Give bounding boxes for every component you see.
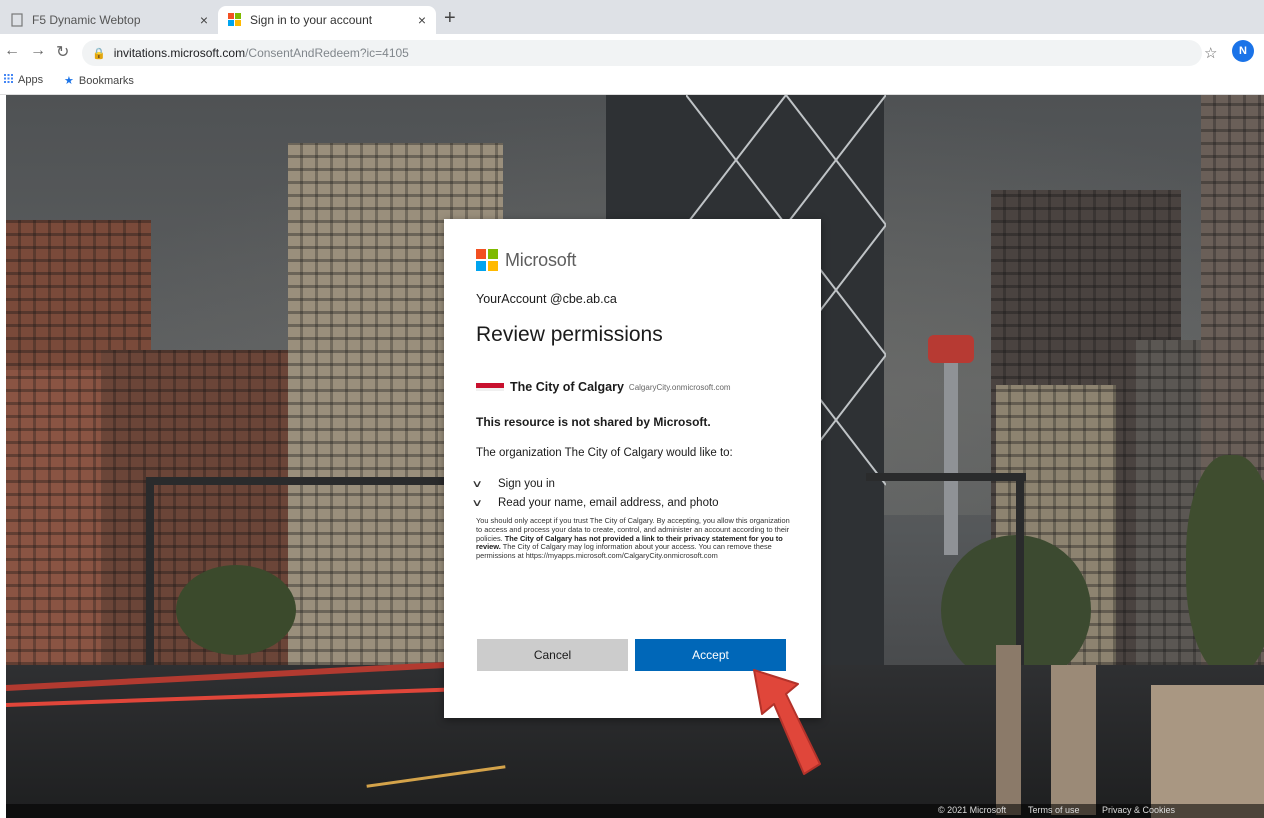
permission-item[interactable]: ∨ Sign you in xyxy=(471,478,555,490)
chevron-down-icon: ∨ xyxy=(471,478,483,490)
page-footer: © 2021 Microsoft Terms of use Privacy & … xyxy=(6,804,1264,818)
terms-link[interactable]: Terms of use xyxy=(1028,805,1080,815)
toolbar: ← → ↻ 🔒 invitations.microsoft.com/Consen… xyxy=(0,34,1264,70)
bookmark-star-icon[interactable]: ☆ xyxy=(1204,44,1217,62)
tab-f5-webtop[interactable]: F5 Dynamic Webtop × xyxy=(0,6,218,34)
bookmark-label: Bookmarks xyxy=(78,74,134,87)
lock-icon: 🔒 xyxy=(92,47,106,60)
reload-icon[interactable]: ↻ xyxy=(56,42,69,62)
app-info: The City of Calgary CalgaryCity.onmicros… xyxy=(476,380,731,394)
bookmark-bookmarks[interactable]: ★ Bookmarks xyxy=(64,74,134,88)
chevron-down-icon: ∨ xyxy=(471,497,483,509)
back-icon[interactable]: ← xyxy=(4,42,20,60)
consent-dialog: Microsoft YourAccount @cbe.ab.ca Review … xyxy=(444,219,821,718)
bookmark-apps[interactable]: Apps xyxy=(4,74,43,86)
url-path: /ConsentAndRedeem?ic=4105 xyxy=(245,46,409,60)
permission-item[interactable]: ∨ Read your name, email address, and pho… xyxy=(471,497,719,509)
copyright-text: © 2021 Microsoft xyxy=(938,805,1007,815)
permission-label: Sign you in xyxy=(498,478,555,490)
consent-fine-print: You should only accept if you trust The … xyxy=(476,516,790,561)
profile-avatar[interactable]: N xyxy=(1232,40,1254,62)
annotation-arrow-icon xyxy=(753,669,821,775)
fine-print-text: The City of Calgary may log information … xyxy=(476,542,772,561)
app-domain: CalgaryCity.onmicrosoft.com xyxy=(628,382,731,392)
account-identifier: YourAccount @cbe.ab.ca xyxy=(476,292,617,306)
permission-label: Read your name, email address, and photo xyxy=(498,497,719,509)
forward-icon[interactable]: → xyxy=(30,42,46,60)
star-icon: ★ xyxy=(64,75,74,87)
microsoft-favicon-icon xyxy=(228,13,242,27)
address-bar[interactable]: 🔒 invitations.microsoft.com/ConsentAndRe… xyxy=(82,40,1202,66)
apps-grid-icon xyxy=(4,74,13,86)
url-host: invitations.microsoft.com xyxy=(113,46,246,60)
app-name: The City of Calgary xyxy=(510,380,624,394)
privacy-link[interactable]: Privacy & Cookies xyxy=(1102,805,1175,815)
shared-notice: This resource is not shared by Microsoft… xyxy=(476,415,711,429)
brand-name: Microsoft xyxy=(505,249,577,270)
bookmark-label: Apps xyxy=(18,74,44,86)
close-icon[interactable]: × xyxy=(418,12,426,28)
tab-title: F5 Dynamic Webtop xyxy=(32,13,141,27)
tab-strip: F5 Dynamic Webtop × Sign in to your acco… xyxy=(0,0,1264,34)
close-icon[interactable]: × xyxy=(200,12,208,28)
tab-sign-in[interactable]: Sign in to your account × xyxy=(218,6,436,34)
new-tab-button[interactable]: + xyxy=(444,6,456,30)
page-title: Review permissions xyxy=(476,323,663,346)
bookmarks-bar: Apps ★ Bookmarks xyxy=(0,70,1264,95)
org-request-text: The organization The City of Calgary wou… xyxy=(476,447,733,459)
microsoft-logo-icon xyxy=(476,249,498,271)
microsoft-logo: Microsoft xyxy=(476,249,576,271)
app-logo-icon xyxy=(476,383,504,391)
page-icon xyxy=(10,13,24,27)
cancel-button[interactable]: Cancel xyxy=(477,639,628,671)
tab-title: Sign in to your account xyxy=(250,13,373,27)
